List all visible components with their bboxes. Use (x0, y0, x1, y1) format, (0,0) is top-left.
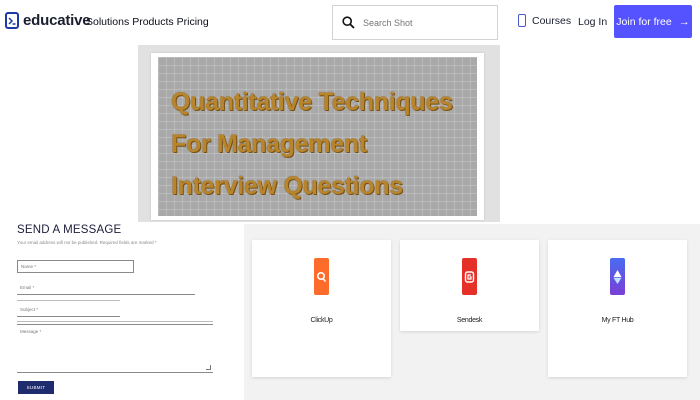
courses-link[interactable]: Courses (518, 14, 571, 27)
courses-label: Courses (532, 14, 572, 27)
tool-label: Sendesk (456, 317, 483, 324)
educative-logo-icon (5, 12, 19, 29)
hero-title: Quantitative Techniques For Management I… (171, 88, 453, 200)
sendesk-icon (462, 258, 477, 295)
email-placeholder: Email * (20, 285, 35, 290)
hero-banner-image: Quantitative Techniques For Management I… (158, 57, 477, 216)
top-navbar: educative Solutions Products Pricing Cou… (0, 0, 700, 45)
tool-card-clickup[interactable]: ClickUp (252, 240, 391, 377)
tool-card-myfthub[interactable]: My FT Hub (548, 240, 687, 377)
subject-field[interactable]: Subject * (17, 303, 120, 317)
search-input[interactable] (361, 16, 495, 29)
message-placeholder: Message * (20, 329, 42, 334)
menu-item-solutions[interactable]: Solutions (86, 16, 129, 28)
tool-card-sendesk[interactable]: Sendesk (400, 240, 539, 331)
search-box[interactable] (332, 5, 498, 40)
tool-label: ClickUp (310, 317, 333, 324)
hero-section: Quantitative Techniques For Management I… (138, 45, 500, 222)
email-field[interactable]: Email * (17, 281, 195, 295)
form-heading: SEND A MESSAGE (17, 224, 122, 236)
mobile-icon (518, 14, 526, 27)
divider (17, 321, 213, 322)
main-menu: Solutions Products Pricing (86, 16, 212, 28)
join-for-free-button[interactable]: Join for free → (614, 5, 692, 38)
menu-item-pricing[interactable]: Pricing (177, 16, 209, 28)
clickup-icon (314, 258, 329, 295)
submit-button[interactable]: SUBMIT (18, 381, 54, 394)
message-textarea[interactable]: Message * (17, 324, 213, 373)
myfthub-icon (610, 258, 625, 295)
subject-placeholder: Subject * (20, 307, 39, 312)
login-link[interactable]: Log In (578, 16, 607, 28)
educative-logo[interactable]: educative (5, 12, 91, 29)
contact-form: SEND A MESSAGE Your email address will n… (17, 224, 217, 394)
form-note: Your email address will not be published… (17, 240, 157, 245)
logo-text: educative (23, 12, 91, 29)
name-placeholder: Name * (21, 264, 37, 269)
search-icon (342, 16, 355, 29)
resize-handle-icon[interactable] (206, 365, 211, 370)
join-label: Join for free (616, 15, 672, 28)
tool-label: My FT Hub (601, 317, 634, 324)
menu-item-products[interactable]: Products (132, 16, 173, 28)
arrow-right-icon: → (678, 15, 690, 28)
divider (17, 300, 120, 301)
name-field[interactable]: Name * (17, 260, 134, 273)
hero-card: Quantitative Techniques For Management I… (151, 53, 484, 220)
